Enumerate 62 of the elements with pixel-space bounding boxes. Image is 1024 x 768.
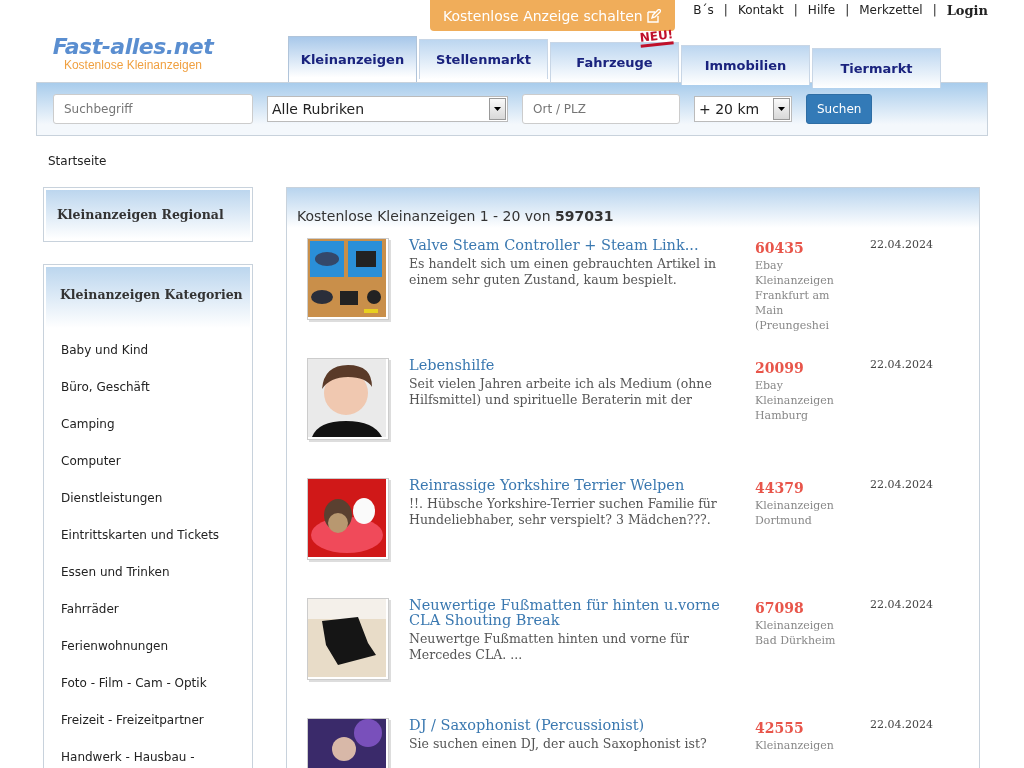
- breadcrumb-link[interactable]: Startseite: [48, 154, 107, 168]
- postal-code: 20099: [755, 360, 805, 376]
- location-field[interactable]: Ort / PLZ: [522, 94, 680, 124]
- ad-location: Kleinanzeigen: [755, 738, 835, 753]
- top-link[interactable]: Login: [946, 3, 988, 18]
- top-link[interactable]: Hilfe: [807, 3, 836, 18]
- link-separator: |: [723, 3, 728, 18]
- category-link[interactable]: Freizeit - Freizeitpartner: [44, 702, 221, 739]
- category-tab[interactable]: Fahrzeuge: [550, 42, 679, 82]
- top-link[interactable]: Merkzettel: [859, 3, 923, 18]
- radius-dropdown[interactable]: + 20 km: [694, 96, 792, 122]
- category-link[interactable]: Fahrräder: [44, 591, 136, 628]
- new-badge: NEU!: [638, 28, 674, 48]
- ad-title-link[interactable]: Reinrassige Yorkshire Terrier Welpen: [409, 478, 725, 493]
- category-dropdown[interactable]: Alle Rubriken: [267, 96, 508, 122]
- category-link[interactable]: Camping: [44, 406, 132, 443]
- ad-title-link[interactable]: Lebenshilfe: [409, 358, 725, 373]
- link-separator: |: [932, 3, 937, 18]
- ad-location: Ebay Kleinanzeigen Frankfurt am Main (Preungeshei: [755, 258, 835, 333]
- category-link[interactable]: Essen und Trinken: [44, 554, 187, 591]
- edit-icon: [646, 8, 661, 23]
- category-link[interactable]: Dienstleistungen: [44, 480, 180, 517]
- category-link[interactable]: Büro, Geschäft: [44, 369, 167, 406]
- ad-description: Neuwertge Fußmatten hinten und vorne für Mercedes CLA. ...: [409, 631, 690, 663]
- ad-title-link[interactable]: Valve Steam Controller + Steam Link...: [409, 238, 725, 253]
- ad-date: 22.04.2024: [870, 238, 933, 253]
- category-link[interactable]: Ferienwohnungen: [44, 628, 186, 665]
- category-tab[interactable]: Immobilien: [681, 45, 810, 85]
- link-separator: |: [845, 3, 850, 18]
- postal-code: 67098: [755, 600, 805, 616]
- caret-icon: [778, 107, 785, 111]
- search-button[interactable]: Suchen: [806, 94, 873, 124]
- ad-description: !!. Hübsche Yorkshire-Terrier suchen Familie für Hundeliebhaber, sehr verspielt? 3 Mädchen???.: [409, 496, 718, 528]
- ad-location: Ebay Kleinanzeigen Hamburg: [755, 378, 835, 423]
- category-link[interactable]: Computer: [44, 443, 138, 480]
- logo-tagline: Kostenlose Kleinanzeigen: [63, 58, 203, 72]
- postal-code: 60435: [755, 240, 805, 256]
- top-link[interactable]: Kontakt: [737, 3, 784, 18]
- category-link[interactable]: Eintrittskarten und Tickets: [44, 517, 237, 554]
- ad-description: Es handelt sich um einen gebrauchten Artikel in einem sehr guten Zustand, kaum bespielt.: [409, 256, 718, 288]
- caret-icon: [494, 107, 501, 111]
- ad-title-link[interactable]: DJ / Saxophonist (Percussionist): [409, 718, 725, 733]
- ad-date: 22.04.2024: [870, 598, 933, 613]
- top-link[interactable]: B´s: [693, 3, 714, 18]
- category-link[interactable]: Handwerk - Hausbau -: [44, 739, 212, 768]
- category-tab[interactable]: Stellenmarkt: [419, 39, 548, 79]
- ad-location: Kleinanzeigen Dortmund: [755, 498, 835, 528]
- category-tab[interactable]: Tiermarkt: [812, 48, 941, 88]
- category-tab[interactable]: Kleinanzeigen: [288, 36, 417, 82]
- category-link[interactable]: Baby und Kind: [44, 332, 166, 369]
- ad-location: Kleinanzeigen Bad Dürkheim: [755, 618, 837, 648]
- ad-description: Sie suchen einen DJ, der auch Saxophonist ist?: [409, 736, 708, 752]
- ad-date: 22.04.2024: [870, 718, 933, 733]
- ad-title-link[interactable]: Neuwertige Fußmatten für hinten u.vorne CLA Shouting Break: [409, 598, 725, 628]
- link-separator: |: [793, 3, 798, 18]
- postal-code: 42555: [755, 720, 805, 736]
- ad-date: 22.04.2024: [870, 478, 933, 493]
- ad-description: Seit vielen Jahren arbeite ich als Medium (ohne Hilfsmittel) und spirituelle Beraterin mit der: [409, 376, 713, 408]
- search-field[interactable]: Suchbegriff: [53, 94, 253, 124]
- ad-date: 22.04.2024: [870, 358, 933, 373]
- postal-code: 44379: [755, 480, 805, 496]
- category-link[interactable]: Foto - Film - Cam - Optik: [44, 665, 224, 702]
